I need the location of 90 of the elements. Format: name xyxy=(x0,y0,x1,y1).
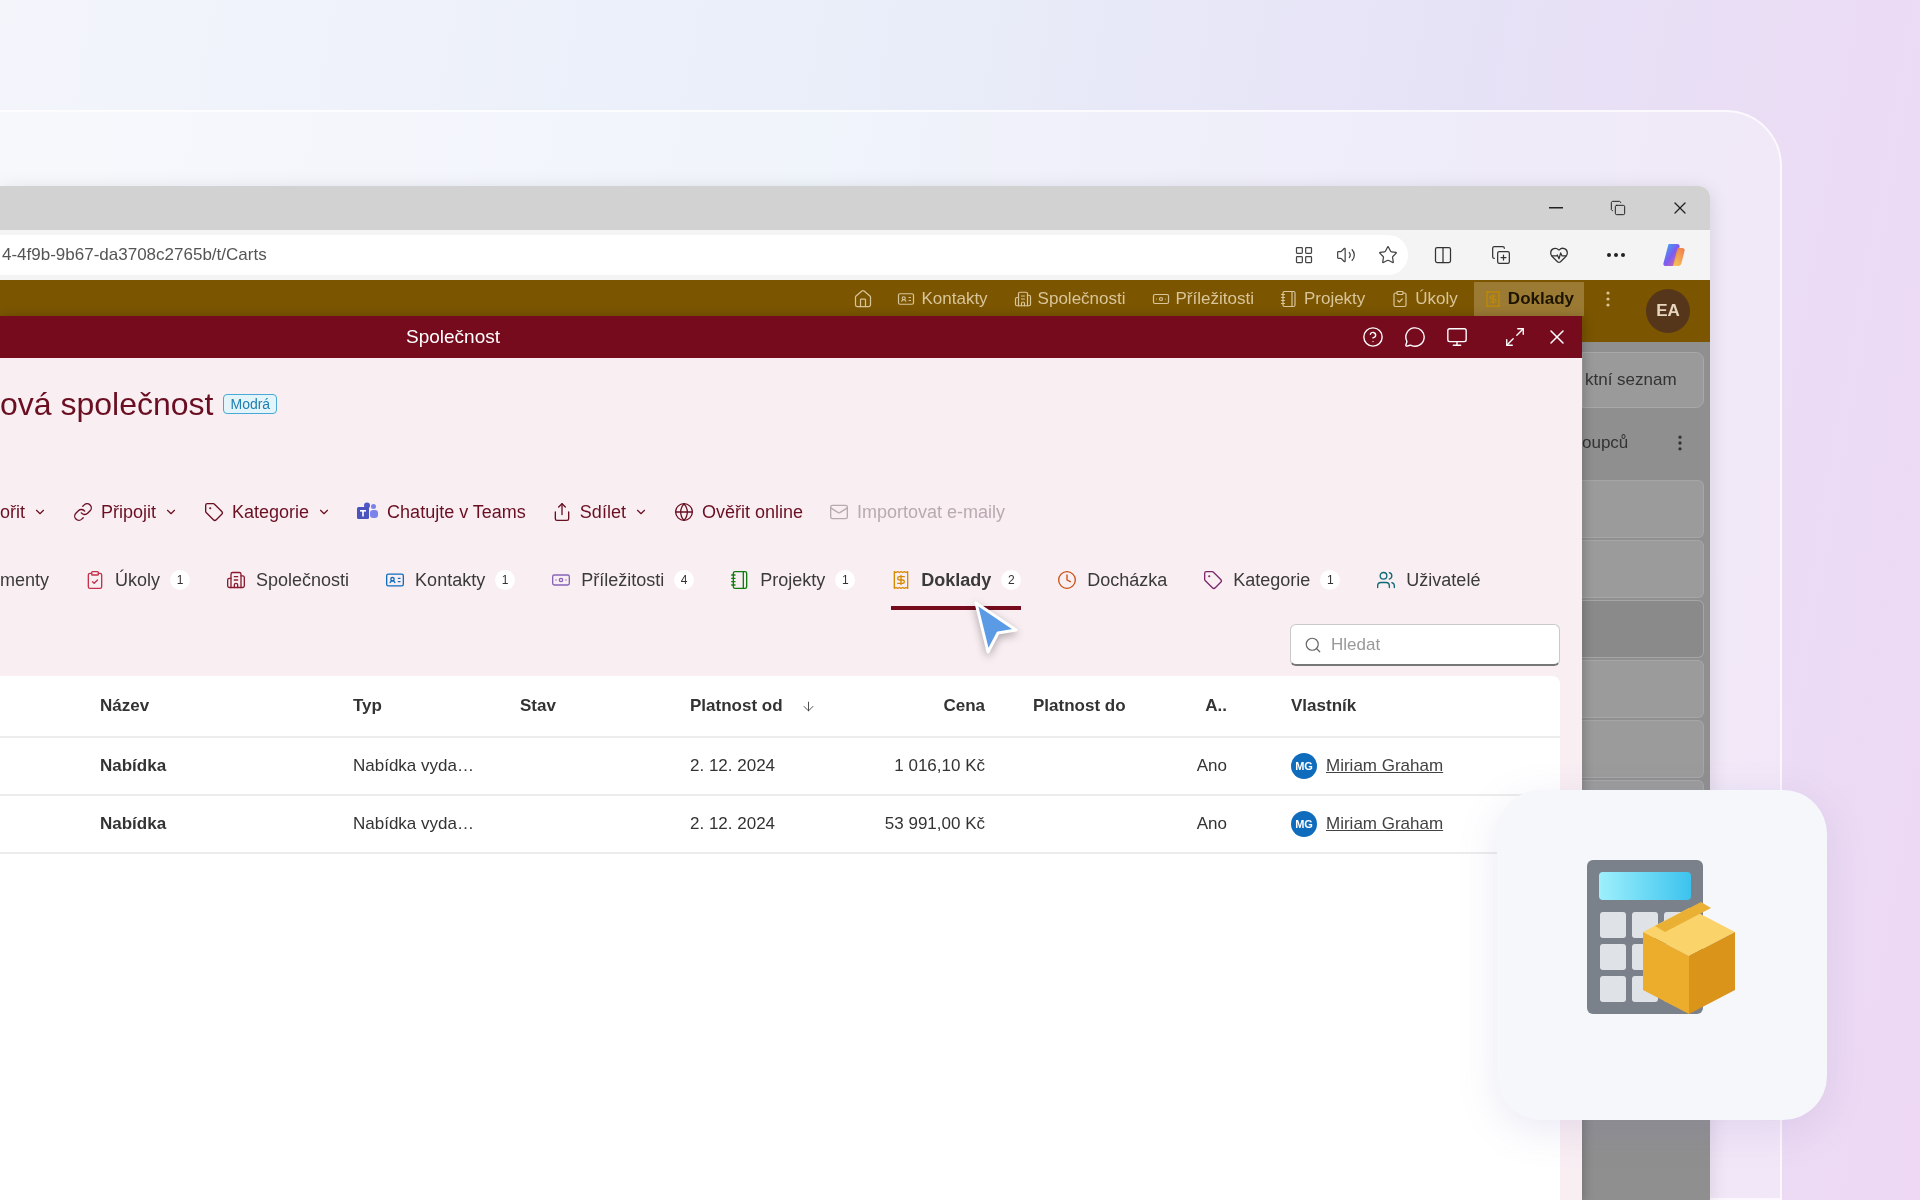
tab[interactable]: Příležitosti 4 xyxy=(551,558,695,610)
table-cell-text: 2. 12. 2024 xyxy=(690,756,777,776)
minimize-icon xyxy=(1549,207,1563,209)
nav-item[interactable]: Společnosti xyxy=(1003,282,1136,316)
owner-link[interactable]: Miriam Graham xyxy=(1326,814,1444,834)
restore-icon xyxy=(1610,200,1626,216)
monitor-icon xyxy=(1446,326,1468,348)
tab[interactable]: Kategorie 1 xyxy=(1203,558,1341,610)
column-label: oupců xyxy=(1582,433,1629,453)
list-button[interactable]: ktní seznam xyxy=(1582,352,1704,408)
record-title: ová společnost xyxy=(0,385,214,424)
table-cell-text: Nabídka xyxy=(100,756,168,776)
home-icon xyxy=(853,289,874,309)
nav-item[interactable]: Příležitosti xyxy=(1141,282,1264,316)
owner-avatar: MG xyxy=(1291,811,1317,837)
column-header[interactable]: Platnost od xyxy=(690,696,783,716)
tab[interactable]: Společnosti xyxy=(226,558,350,610)
owner-link[interactable]: Miriam Graham xyxy=(1326,756,1444,776)
count-badge: 1 xyxy=(835,570,856,590)
speaker-icon[interactable] xyxy=(1335,245,1356,265)
column-header[interactable]: Cena xyxy=(943,696,985,716)
table-cell-text: Ano xyxy=(1195,756,1227,776)
more-icon xyxy=(1607,253,1626,257)
receipt-icon xyxy=(1483,290,1502,308)
globe-icon xyxy=(673,502,694,522)
column-header[interactable]: Stav xyxy=(520,696,556,716)
nav-item[interactable]: Projekty xyxy=(1269,282,1376,316)
expand-icon xyxy=(1504,326,1526,348)
collections-icon xyxy=(1491,245,1512,265)
toolbar-button[interactable]: Připojit xyxy=(73,501,179,523)
assistant-logo-icon xyxy=(1661,242,1688,268)
count-badge: 1 xyxy=(170,570,191,590)
count-badge: 4 xyxy=(674,570,695,590)
tab[interactable]: Kontakty 1 xyxy=(385,558,516,610)
toolbar-button[interactable]: Sdílet xyxy=(551,501,648,523)
people-icon xyxy=(357,502,380,522)
users-icon xyxy=(1376,570,1397,590)
split-view-icon xyxy=(1433,245,1454,265)
nav-item[interactable]: Doklady xyxy=(1473,282,1584,316)
table-cell-text: Nabídka xyxy=(100,814,168,834)
app-grid-icon[interactable] xyxy=(1293,245,1314,265)
toolbar-button[interactable]: Chatujte v Teams xyxy=(357,501,526,523)
contact-card-icon xyxy=(897,290,916,308)
tab[interactable]: Uživatelé xyxy=(1376,558,1481,610)
clock-icon xyxy=(1057,570,1078,590)
nav-item[interactable]: Kontakty xyxy=(887,282,998,316)
mail-icon xyxy=(828,502,849,522)
toolbar-button[interactable]: ořit xyxy=(0,501,47,523)
nav-item[interactable]: Úkoly xyxy=(1381,282,1468,316)
building-icon xyxy=(1013,290,1032,308)
address-bar[interactable]: 4-4f9b-9b67-da3708c2765b/t/Carts xyxy=(0,235,1408,275)
chat-icon xyxy=(1404,326,1426,348)
count-badge: 1 xyxy=(1320,570,1341,590)
table-cell-text: 53 991,00 Kč xyxy=(883,814,985,834)
table-cell-text: Nabídka vyda… xyxy=(353,756,475,776)
tab[interactable]: menty xyxy=(0,558,50,610)
notebook-icon xyxy=(1279,290,1298,308)
owner-avatar: MG xyxy=(1291,753,1317,779)
more-options-icon xyxy=(1606,291,1610,307)
count-badge: 1 xyxy=(495,570,516,590)
table-cell-text: Nabídka vyda… xyxy=(353,814,475,834)
category-tag: Modrá xyxy=(223,394,278,414)
tab[interactable]: Projekty 1 xyxy=(730,558,856,610)
clipboard-check-icon xyxy=(1391,290,1410,308)
url-text: 4-4f9b-9b67-da3708c2765b/t/Carts xyxy=(2,245,268,265)
tag-icon xyxy=(204,502,225,522)
building-icon xyxy=(226,570,247,590)
help-icon xyxy=(1362,326,1384,348)
count-badge: 2 xyxy=(1001,570,1022,590)
table-cell-text: 1 016,10 Kč xyxy=(893,756,985,776)
table-cell-text: 2. 12. 2024 xyxy=(690,814,777,834)
search-field[interactable]: Hledat xyxy=(1290,624,1560,666)
toolbar-button[interactable]: Ověřit online xyxy=(673,501,803,523)
user-avatar[interactable]: EA xyxy=(1646,289,1690,333)
tag-icon xyxy=(1203,570,1224,590)
column-header[interactable]: Typ xyxy=(353,696,382,716)
tab[interactable]: Úkoly 1 xyxy=(85,558,191,610)
tab[interactable]: Docházka xyxy=(1057,558,1168,610)
column-header[interactable]: Platnost do xyxy=(1033,696,1126,716)
column-header[interactable]: A.. xyxy=(1205,696,1227,716)
star-icon[interactable] xyxy=(1377,245,1398,265)
column-header[interactable]: Název xyxy=(100,696,150,716)
link-icon xyxy=(73,502,93,522)
table-cell-text: Ano xyxy=(1195,814,1227,834)
search-icon xyxy=(1304,636,1322,654)
sort-arrow-icon xyxy=(801,698,816,714)
toolbar-button[interactable]: Kategorie xyxy=(204,501,332,523)
column-header[interactable]: Vlastník xyxy=(1291,696,1357,716)
heart-pulse-icon xyxy=(1548,245,1569,265)
dialog-title: Společnost xyxy=(406,326,501,348)
